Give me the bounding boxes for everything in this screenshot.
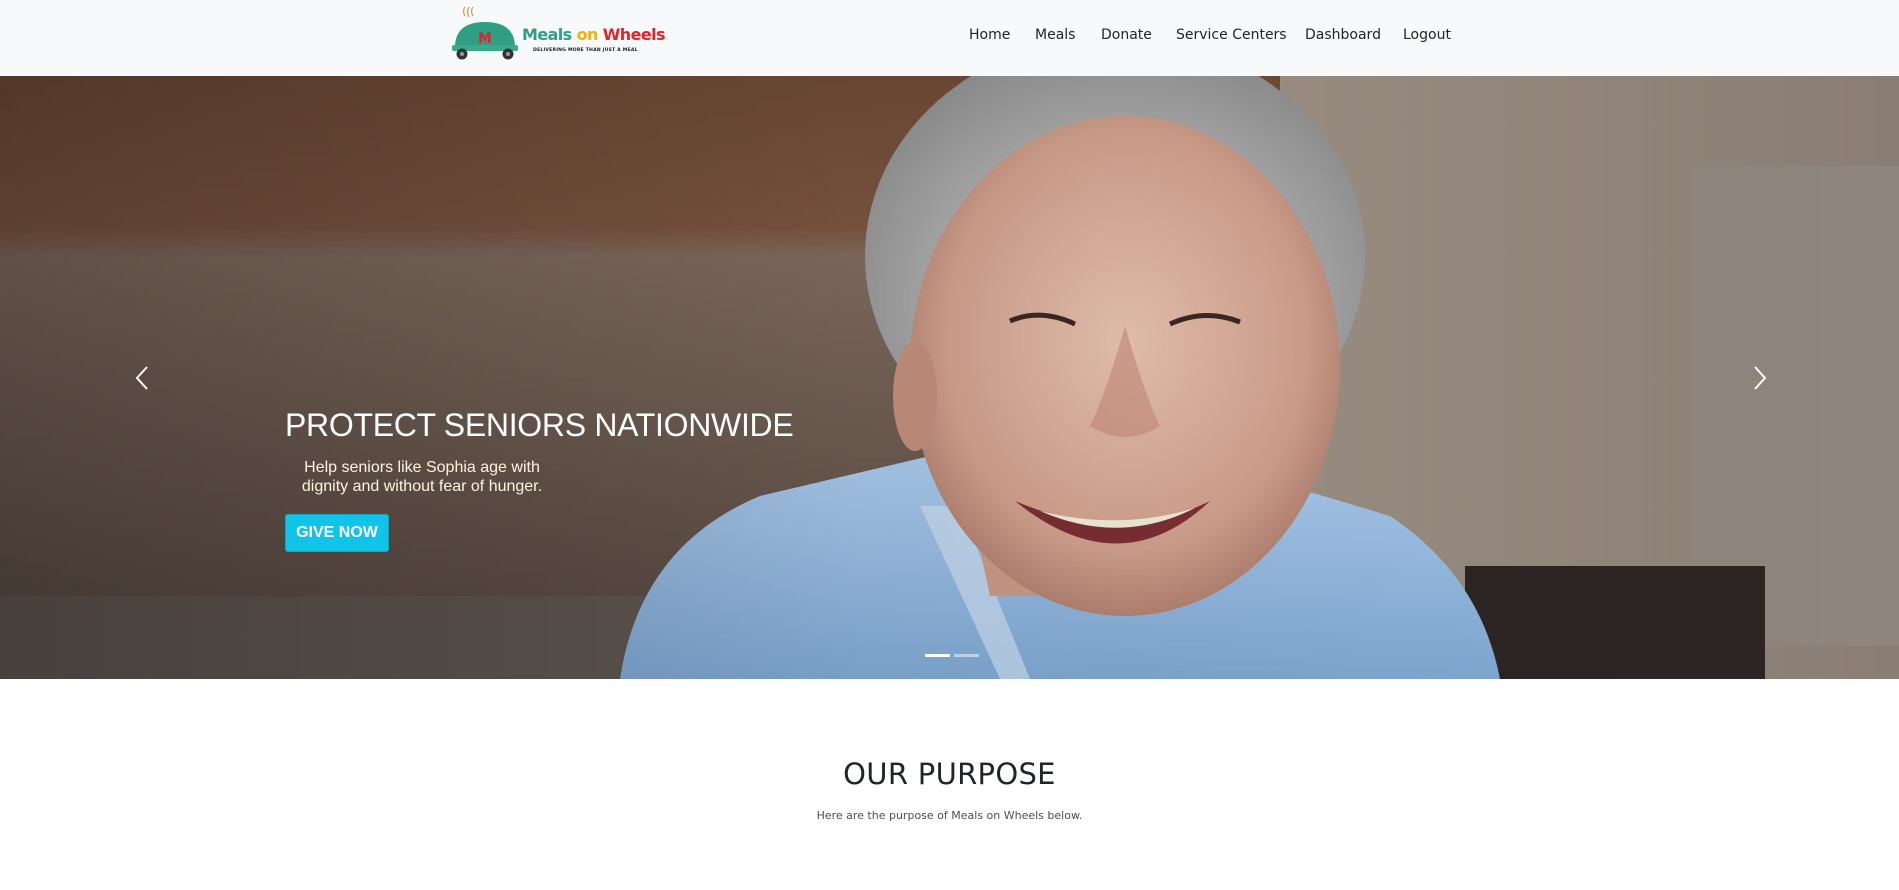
purpose-subtitle: Here are the purpose of Meals on Wheels … <box>816 809 1083 822</box>
hero-carousel: PROTECT SENIORS NATIONWIDE Help seniors … <box>0 76 1899 679</box>
svg-text:M: M <box>478 31 492 47</box>
purpose-title: OUR PURPOSE <box>843 757 1056 791</box>
give-now-button[interactable]: GIVE NOW <box>285 514 389 552</box>
nav-link-home[interactable]: Home <box>969 27 1010 43</box>
hero-photo-smiling-senior <box>0 76 1899 679</box>
hero-title: PROTECT SENIORS NATIONWIDE <box>285 407 794 443</box>
nav-link-donate[interactable]: Donate <box>1101 27 1152 43</box>
brand-tagline: DELIVERING MORE THAN JUST A MEAL <box>533 48 638 53</box>
nav-link-dashboard[interactable]: Dashboard <box>1305 27 1381 43</box>
carousel-indicator[interactable] <box>954 654 979 657</box>
brand-name: Meals on Wheels <box>522 25 666 44</box>
nav-link-meals[interactable]: Meals <box>1035 27 1075 43</box>
carousel-prev-icon[interactable] <box>131 363 155 393</box>
nav-link-service-centers[interactable]: Service Centers <box>1176 27 1287 43</box>
carousel-indicators <box>925 654 979 657</box>
nav-link-logout[interactable]: Logout <box>1403 27 1451 43</box>
delivery-cart-logo-icon: M <box>452 6 518 60</box>
brand-logo[interactable]: M Meals on Wheels DELIVERING MORE THAN J… <box>452 6 666 64</box>
carousel-next-icon[interactable] <box>1747 363 1771 393</box>
navbar: M Meals on Wheels DELIVERING MORE THAN J… <box>0 0 1899 77</box>
hero-text: Help seniors like Sophia age with dignit… <box>301 459 543 495</box>
carousel-indicator-active[interactable] <box>925 654 950 657</box>
